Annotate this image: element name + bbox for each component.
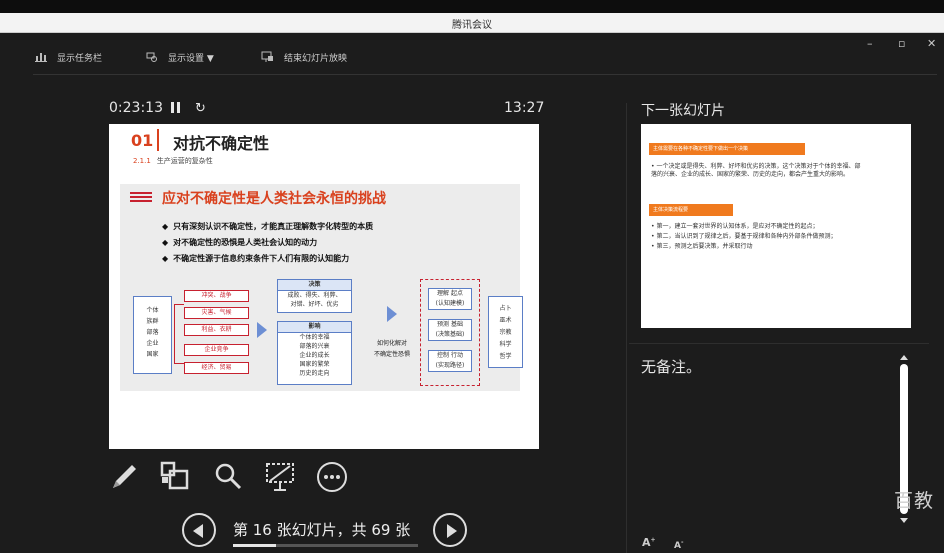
top-strip (0, 0, 944, 13)
next-slide-text: • 第三，预测之后要决策，并采取行动 (651, 243, 753, 250)
minimize-button[interactable]: – (867, 37, 873, 50)
notes-separator[interactable] (629, 343, 929, 344)
scroll-up-icon[interactable] (900, 355, 908, 360)
heading-lines-icon (130, 192, 152, 204)
restart-timer-icon[interactable]: ↻ (195, 101, 206, 116)
transition-note: 如何化解对 不确定性恐惧 (374, 340, 411, 358)
uncertainty-item: 冲突、战争 (184, 290, 249, 302)
approach-item: 理解 起点 (认知建模) (428, 288, 472, 310)
slide-navigation: 第 16 张幻灯片，共 69 张 (182, 511, 467, 547)
close-button[interactable]: ✕ (927, 37, 936, 50)
current-slide: 01 对抗不确定性 2.1.1 生产运营的复杂性 应对不确定性是人类社会永恒的挑战… (109, 124, 539, 449)
next-slide-preview[interactable]: 主体需要在各种不确定性要下做出一个决策 • 一个决定或是得失、利弊、好坏和优劣的… (641, 124, 911, 328)
method-column: 占卜 巫术 宗教 科学 哲学 (488, 296, 523, 368)
chapter-bar (157, 129, 159, 151)
approach-item: 控制 行动 (实现路径) (428, 350, 472, 372)
arrow-icon (257, 322, 267, 338)
scroll-down-icon[interactable] (900, 518, 908, 523)
display-settings-button[interactable]: 显示设置 ▼ (146, 50, 214, 64)
restore-button[interactable]: ▫ (898, 37, 905, 50)
next-slide-button[interactable] (433, 513, 467, 547)
impact-box: 影响 个体的幸福 部落的兴衰 企业的成长 国家的繁荣 历史的走向 (277, 321, 352, 385)
watermark: 百教 (894, 490, 935, 512)
next-slide-tag: 主体决策流程要 (649, 204, 733, 216)
window-title: 腾讯会议 (452, 20, 492, 31)
end-slideshow-label: 结束幻灯片放映 (284, 53, 348, 64)
pause-icon (171, 102, 174, 113)
slide-title: 对抗不确定性 (173, 134, 270, 153)
arrow-icon (387, 306, 397, 322)
presenter-view: 显示任务栏 显示设置 ▼ 结束幻灯片放映 – ▫ ✕ 0:23:13 ↻ 13:… (0, 33, 944, 553)
show-taskbar-button[interactable]: 显示任务栏 (35, 50, 102, 64)
pen-icon[interactable] (110, 461, 140, 491)
increase-font-button[interactable]: A+ (642, 536, 656, 549)
end-slideshow-icon (261, 51, 273, 62)
title-bar: 腾讯会议 (0, 13, 944, 33)
progress-fill (233, 544, 276, 547)
zoom-icon[interactable] (213, 461, 243, 491)
slide-content-panel: 应对不确定性是人类社会永恒的挑战 只有深刻认识不确定性，才能真正理解数字化转型的… (120, 184, 523, 391)
uncertainty-item: 灾害、气候 (184, 307, 249, 319)
display-settings-label: 显示设置 ▼ (168, 53, 214, 64)
display-settings-icon (146, 52, 157, 62)
decision-box: 决策 成败、得失、利弊、 对错、好坏、优劣 (277, 279, 352, 313)
show-taskbar-label: 显示任务栏 (57, 53, 103, 64)
next-slide-text: • 第二，当认识到了规律之后，要基于规律和各种内外部条件做预测； (651, 233, 837, 240)
slide-section: 2.1.1 生产运营的复杂性 (133, 157, 213, 165)
slide-heading: 应对不确定性是人类社会永恒的挑战 (130, 188, 386, 208)
slide-bullet: 只有深刻认识不确定性，才能真正理解数字化转型的本质 (162, 221, 373, 232)
next-slide-text: • 第一，建立一套对世界的认知体系，是应对不确定性的起点； (651, 223, 819, 230)
next-slide-text: • 一个决定或是得失、利弊、好坏和优劣的决策，这个决策对于个体的幸福、部落的兴衰… (651, 163, 861, 178)
slide-progress[interactable] (233, 544, 418, 547)
black-screen-icon[interactable] (264, 461, 296, 493)
more-options-icon[interactable] (316, 461, 348, 493)
subject-column: 个体 族群 部落 企业 国家 (133, 296, 172, 374)
decrease-font-button[interactable]: A- (674, 539, 683, 551)
previous-slide-button[interactable] (182, 513, 216, 547)
approach-item: 预测 基础 (决策基础) (428, 319, 472, 341)
next-slide-label: 下一张幻灯片 (641, 103, 725, 119)
toolbar-separator (33, 74, 937, 75)
end-slideshow-button[interactable]: 结束幻灯片放映 (261, 50, 347, 64)
current-time: 13:27 (504, 100, 545, 116)
bracket (174, 304, 184, 364)
slide-bullet: 不确定性源于信息约束条件下人们有限的认知能力 (162, 253, 349, 264)
elapsed-timer: 0:23:13 (109, 100, 163, 116)
slide-counter: 第 16 张幻灯片，共 69 张 (233, 521, 411, 539)
pane-divider[interactable] (626, 103, 627, 553)
next-slide-tag: 主体需要在各种不确定性要下做出一个决策 (649, 143, 805, 155)
uncertainty-item: 企业竞争 (184, 344, 249, 356)
uncertainty-item: 利益、衣耕 (184, 324, 249, 336)
slide-bullet: 对不确定性的恐惧是人类社会认知的动力 (162, 237, 317, 248)
uncertainty-item: 经济、贸易 (184, 362, 249, 374)
pause-button[interactable] (171, 102, 180, 113)
slide-chapter-number: 01 (131, 131, 154, 150)
see-all-slides-icon[interactable] (160, 461, 190, 491)
taskbar-icon (35, 53, 47, 62)
speaker-notes[interactable]: 无备注。 (641, 356, 701, 377)
